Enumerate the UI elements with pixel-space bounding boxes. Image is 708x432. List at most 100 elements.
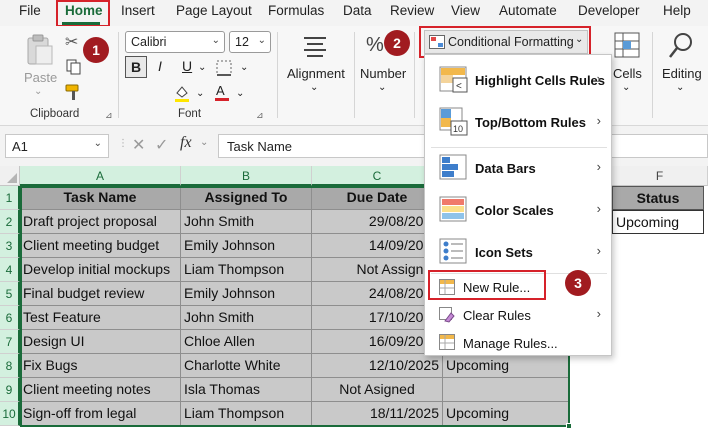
cell[interactable]: Emily Johnson — [181, 282, 312, 306]
cell[interactable]: John Smith — [181, 210, 312, 234]
cell[interactable]: Sign-off from legal — [20, 402, 181, 426]
insert-function-icon[interactable]: fx — [180, 134, 192, 152]
cell[interactable]: Isla Thomas — [181, 378, 312, 402]
menu-item-icon-sets[interactable]: Icon Sets › — [425, 233, 611, 271]
borders-icon[interactable] — [215, 59, 233, 80]
number-button[interactable]: Number — [360, 66, 406, 81]
alignment-button[interactable]: Alignment — [287, 66, 345, 81]
font-name-combo[interactable]: Calibri ⌄ — [125, 31, 225, 53]
cell[interactable]: Fix Bugs — [20, 354, 181, 378]
cell[interactable]: Test Feature — [20, 306, 181, 330]
menu-item-clear-rules[interactable]: Clear Rules › — [425, 301, 611, 329]
chevron-down-icon[interactable]: ⌄ — [200, 137, 208, 148]
cancel-icon[interactable]: ✕ — [132, 135, 145, 155]
tab-review[interactable]: Review — [390, 3, 434, 18]
cells-button[interactable]: Cells — [613, 66, 642, 81]
editing-button[interactable]: Editing — [662, 66, 702, 81]
chevron-down-icon[interactable]: ⌄ — [310, 82, 318, 93]
status-header-cell[interactable]: Status — [612, 186, 704, 210]
copy-icon[interactable] — [65, 58, 83, 79]
cell[interactable]: 18/11/2025 — [312, 402, 443, 426]
name-box[interactable]: A1 ⌄ — [5, 134, 109, 158]
row-header[interactable]: 6 — [0, 306, 20, 330]
menu-item-highlight-cells-rules[interactable]: < Highlight Cells Rules › — [425, 61, 611, 99]
row-header[interactable]: 7 — [0, 330, 20, 354]
row-header[interactable]: 8 — [0, 354, 20, 378]
menu-item-color-scales[interactable]: Color Scales › — [425, 191, 611, 229]
alignment-icon[interactable] — [302, 34, 328, 63]
cell[interactable]: Develop initial mockups — [20, 258, 181, 282]
underline-button[interactable]: U — [182, 58, 192, 74]
dialog-launcher-icon[interactable]: ⊿ — [105, 110, 113, 121]
search-icon[interactable] — [668, 32, 694, 63]
row-header[interactable]: 9 — [0, 378, 20, 402]
cell[interactable]: Upcoming — [443, 402, 569, 426]
tab-view[interactable]: View — [451, 3, 480, 18]
menu-item-data-bars[interactable]: Data Bars › — [425, 149, 611, 187]
font-size-combo[interactable]: 12 ⌄ — [229, 31, 271, 53]
row-header[interactable]: 5 — [0, 282, 20, 306]
percent-icon[interactable]: % — [366, 34, 384, 57]
row-header[interactable]: 2 — [0, 210, 20, 234]
row-header[interactable]: 10 — [0, 402, 20, 426]
cell[interactable]: Client meeting notes — [20, 378, 181, 402]
chevron-down-icon[interactable]: ⌄ — [198, 62, 206, 73]
icon-sets-icon — [439, 238, 467, 267]
menu-item-top-bottom-rules[interactable]: 10 Top/Bottom Rules › — [425, 103, 611, 141]
cell[interactable]: John Smith — [181, 306, 312, 330]
cell[interactable]: Emily Johnson — [181, 234, 312, 258]
tab-page-layout[interactable]: Page Layout — [176, 3, 252, 18]
format-painter-icon[interactable] — [64, 83, 84, 104]
cell[interactable]: Final budget review — [20, 282, 181, 306]
italic-button[interactable]: I — [158, 58, 162, 74]
tab-formulas[interactable]: Formulas — [268, 3, 324, 18]
chevron-down-icon[interactable]: ⌄ — [240, 62, 248, 73]
cell[interactable] — [443, 378, 569, 402]
chevron-down-icon: ⌄ — [211, 35, 220, 46]
cell[interactable]: Charlotte White — [181, 354, 312, 378]
status-cell[interactable]: Upcoming — [612, 210, 704, 234]
cell[interactable]: Liam Thompson — [181, 402, 312, 426]
tab-developer[interactable]: Developer — [578, 3, 640, 18]
paste-icon[interactable] — [22, 34, 56, 71]
fill-handle[interactable] — [566, 423, 572, 429]
tab-help[interactable]: Help — [663, 3, 691, 18]
bold-button[interactable]: B — [125, 56, 147, 78]
cells-icon[interactable] — [614, 32, 640, 61]
row-header[interactable]: 3 — [0, 234, 20, 258]
tab-insert[interactable]: Insert — [121, 3, 155, 18]
paste-button[interactable]: Paste — [24, 70, 57, 85]
chevron-down-icon[interactable]: ⌄ — [94, 138, 102, 149]
cell[interactable]: Chloe Allen — [181, 330, 312, 354]
row-header[interactable]: 4 — [0, 258, 20, 282]
cell[interactable]: Client meeting budget — [20, 234, 181, 258]
menu-item-manage-rules[interactable]: Manage Rules... — [425, 329, 611, 357]
fill-color-icon[interactable] — [172, 83, 192, 106]
chevron-down-icon[interactable]: ⌄ — [196, 88, 204, 99]
paste-chevron-icon[interactable]: ⌄ — [34, 86, 42, 97]
cell[interactable]: 12/10/2025 — [312, 354, 443, 378]
column-header-f[interactable]: F — [612, 166, 708, 186]
cell[interactable]: Draft project proposal — [20, 210, 181, 234]
cell[interactable]: Upcoming — [443, 354, 569, 378]
chevron-down-icon[interactable]: ⌄ — [676, 82, 684, 93]
tab-file[interactable]: File — [19, 3, 41, 18]
tab-data[interactable]: Data — [343, 3, 372, 18]
enter-check-icon[interactable]: ✓ — [155, 135, 168, 155]
tab-automate[interactable]: Automate — [499, 3, 557, 18]
font-color-icon[interactable]: A — [212, 82, 232, 105]
select-all-corner[interactable] — [0, 166, 20, 186]
column-header-b[interactable]: B — [181, 166, 312, 186]
cell[interactable]: Liam Thompson — [181, 258, 312, 282]
chevron-down-icon[interactable]: ⌄ — [236, 88, 244, 99]
header-cell[interactable]: Task Name — [20, 186, 181, 210]
chevron-down-icon[interactable]: ⌄ — [622, 82, 630, 93]
row-header[interactable]: 1 — [0, 186, 20, 210]
column-header-a[interactable]: A — [20, 166, 181, 186]
dialog-launcher-icon[interactable]: ⊿ — [256, 110, 264, 121]
chevron-down-icon[interactable]: ⌄ — [378, 82, 386, 93]
cut-icon[interactable]: ✂ — [65, 32, 78, 52]
header-cell[interactable]: Assigned To — [181, 186, 312, 210]
cell[interactable]: Not Asigned — [312, 378, 443, 402]
cell[interactable]: Design UI — [20, 330, 181, 354]
